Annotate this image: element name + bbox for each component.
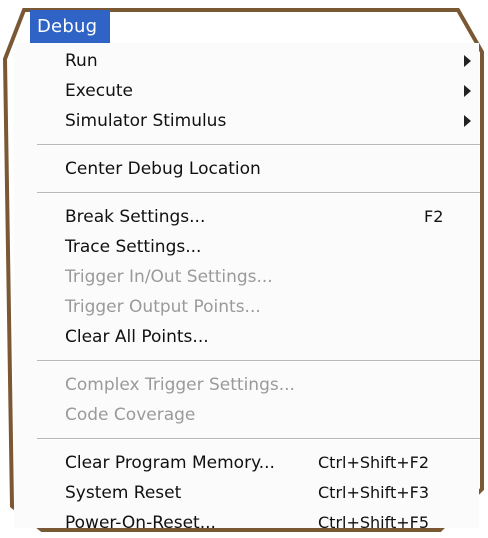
menu-item-label: Clear Program Memory...: [65, 453, 275, 473]
menu-item-run[interactable]: Run: [30, 46, 480, 76]
menu-separator: [30, 430, 480, 448]
menu-item-label: Run: [65, 51, 98, 71]
menu-item-label: Power-On-Reset...: [65, 513, 216, 533]
menu-item-label: System Reset: [65, 483, 182, 503]
menu-item-break-settings[interactable]: Break Settings... F2: [30, 202, 480, 232]
debug-menu-title[interactable]: Debug: [30, 10, 110, 43]
menu-item-simulator-stimulus[interactable]: Simulator Stimulus: [30, 106, 480, 136]
debug-menu-list: Run Execute Simulator Stimulus Center De…: [30, 46, 480, 538]
menu-item-power-on-reset[interactable]: Power-On-Reset... Ctrl+Shift+F5: [30, 508, 480, 538]
menu-item-system-reset[interactable]: System Reset Ctrl+Shift+F3: [30, 478, 480, 508]
menu-item-clear-all-points[interactable]: Clear All Points...: [30, 322, 480, 352]
menu-item-trigger-in-out-settings: Trigger In/Out Settings...: [30, 262, 480, 292]
menu-item-label: Clear All Points...: [65, 327, 209, 347]
menu-item-label: Code Coverage: [65, 405, 196, 425]
menu-item-label: Execute: [65, 81, 133, 101]
menu-item-center-debug-location[interactable]: Center Debug Location: [30, 154, 480, 184]
menu-item-label: Trigger Output Points...: [65, 297, 261, 317]
menu-item-label: Break Settings...: [65, 207, 206, 227]
menu-item-label: Trigger In/Out Settings...: [65, 267, 273, 287]
menu-item-execute[interactable]: Execute: [30, 76, 480, 106]
submenu-arrow-icon: [464, 115, 471, 127]
menu-item-shortcut: F2: [424, 207, 444, 226]
menu-item-complex-trigger-settings: Complex Trigger Settings...: [30, 370, 480, 400]
menu-item-trace-settings[interactable]: Trace Settings...: [30, 232, 480, 262]
menu-item-code-coverage: Code Coverage: [30, 400, 480, 430]
menu-item-clear-program-memory[interactable]: Clear Program Memory... Ctrl+Shift+F2: [30, 448, 480, 478]
menu-item-shortcut: Ctrl+Shift+F3: [318, 483, 430, 502]
submenu-arrow-icon: [464, 55, 471, 67]
menu-item-label: Simulator Stimulus: [65, 111, 227, 131]
menu-item-shortcut: Ctrl+Shift+F2: [318, 453, 430, 472]
menu-item-label: Complex Trigger Settings...: [65, 375, 295, 395]
menu-item-label: Center Debug Location: [65, 159, 261, 179]
menu-item-trigger-output-points: Trigger Output Points...: [30, 292, 480, 322]
menu-item-shortcut: Ctrl+Shift+F5: [318, 513, 430, 532]
menu-item-label: Trace Settings...: [65, 237, 202, 257]
menu-separator: [30, 352, 480, 370]
submenu-arrow-icon: [464, 85, 471, 97]
menu-separator: [30, 184, 480, 202]
menu-separator: [30, 136, 480, 154]
